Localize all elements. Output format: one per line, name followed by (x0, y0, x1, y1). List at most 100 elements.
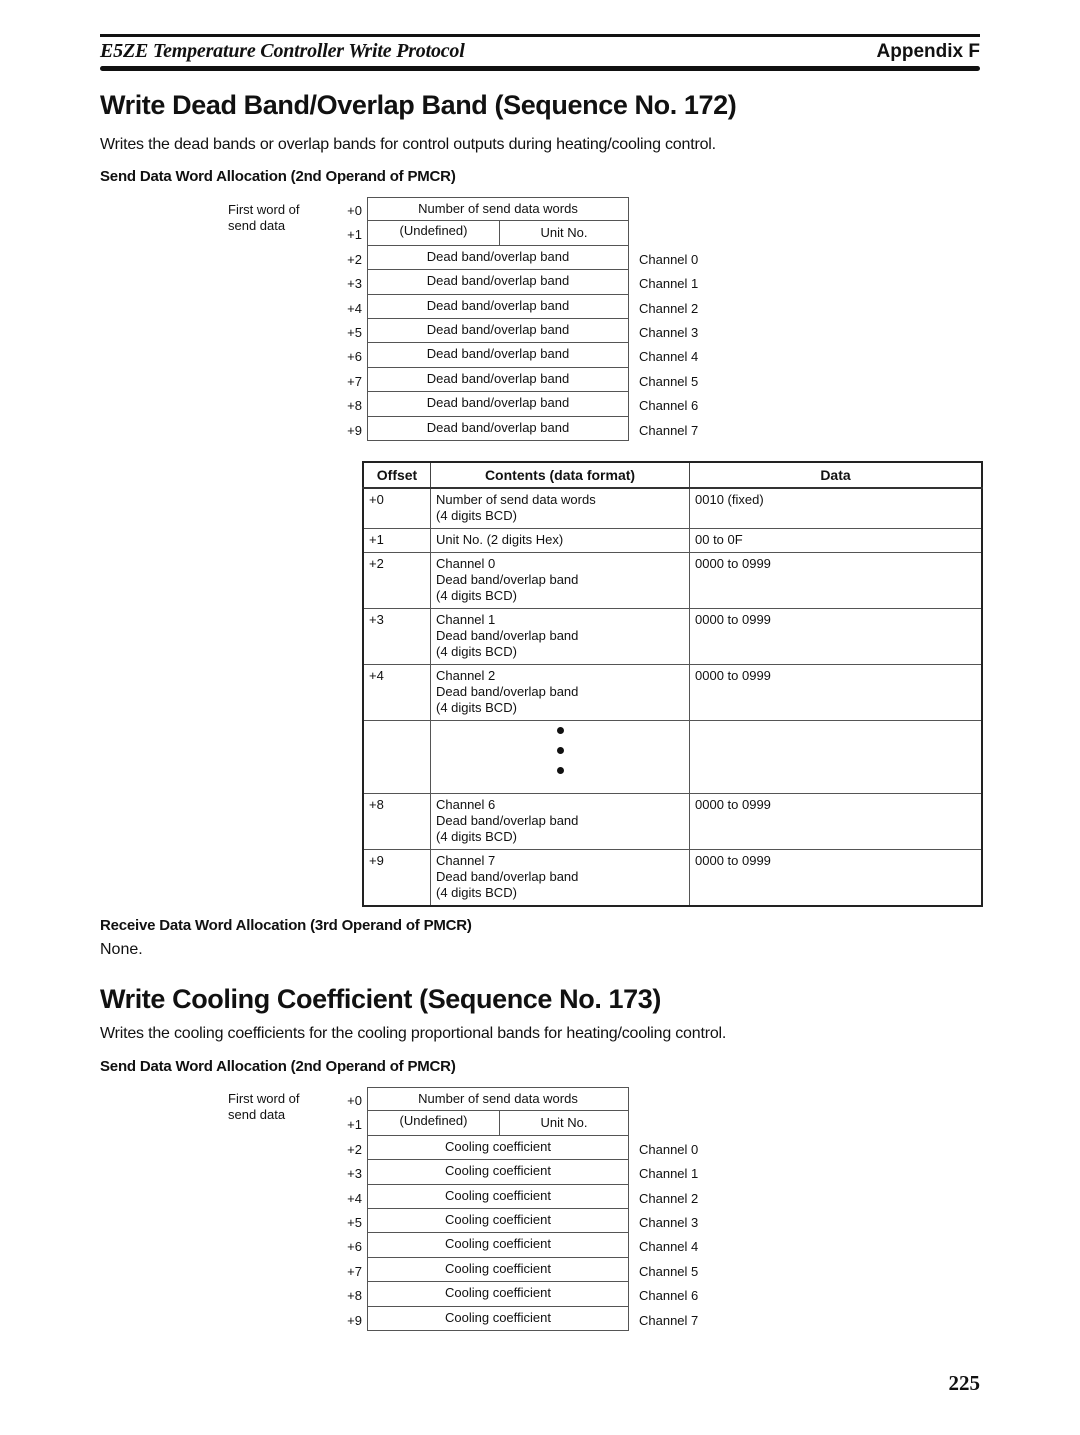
receive-text: None. (100, 941, 143, 958)
diagram-row: +0 Number of send data words (338, 197, 718, 222)
running-header-title: E5ZE Temperature Controller Write Protoc… (100, 40, 465, 62)
cell-empty (362, 720, 431, 794)
diagram-row: +4 Dead band/overlap band Channel 2 (338, 294, 718, 319)
diagram-offset: +3 (347, 1166, 362, 1182)
channel-label: Channel 0 (639, 251, 699, 267)
channel-label: Channel 3 (639, 324, 699, 340)
send-data-spec-table: Offset Contents (data format) Data +0 Nu… (362, 461, 983, 907)
diagram-cell: Dead band/overlap band (367, 343, 629, 368)
contents-line: Dead band/overlap band (436, 572, 579, 587)
section-172-send-heading: Send Data Word Allocation (2nd Operand o… (100, 168, 456, 185)
diagram-cell: Dead band/overlap band (367, 367, 629, 393)
table-row: +3 Channel 1 Dead band/overlap band (4 dig… (362, 608, 983, 665)
cell-offset: +8 (362, 793, 431, 850)
section-173-title: Write Cooling Coefficient (Sequence No. … (100, 984, 661, 1014)
undefined-cell: (Undefined) (368, 221, 500, 245)
diagram-cell-split: (Undefined) Unit No. (367, 221, 629, 246)
cell-contents: Number of send data words (4 digits BCD) (430, 487, 690, 529)
diagram-offset: +8 (347, 398, 362, 414)
column-header-offset: Offset (362, 461, 431, 489)
first-word-label: First word of send data (228, 202, 300, 233)
contents-line: Number of send data words (436, 492, 596, 507)
channel-label: Channel 6 (639, 398, 699, 414)
cell-contents: Channel 0 Dead band/overlap band (4 digits… (430, 552, 690, 609)
diagram-row: +4 Cooling coefficient Channel 2 (338, 1184, 718, 1209)
diagram-row: +0 Number of send data words (338, 1087, 718, 1112)
diagram-offset: +5 (347, 324, 362, 340)
receive-heading: Receive Data Word Allocation (3rd Operan… (100, 917, 472, 934)
contents-line: Channel 6 (436, 797, 496, 812)
diagram-row: +5 Cooling coefficient Channel 3 (338, 1208, 718, 1234)
cell-contents: Channel 2 Dead band/overlap band (4 digits… (430, 664, 690, 721)
diagram-row: +7 Dead band/overlap band Channel 5 (338, 367, 718, 393)
diagram-offset: +9 (347, 422, 362, 438)
channel-label: Channel 3 (639, 1214, 699, 1230)
diagram-row: +6 Cooling coefficient Channel 4 (338, 1233, 718, 1258)
ellipsis-dots (430, 720, 690, 794)
diagram-cell: Dead band/overlap band (367, 416, 629, 441)
table-row: +2 Channel 0 Dead band/overlap band (4 dig… (362, 552, 983, 609)
diagram-offset: +6 (347, 1239, 362, 1255)
cell-offset: +9 (362, 849, 431, 907)
diagram-row: +1 (Undefined) Unit No. (338, 1111, 718, 1136)
diagram-offset: +0 (347, 1093, 362, 1108)
contents-line: (4 digits BCD) (436, 508, 517, 523)
column-header-contents: Contents (data format) (430, 461, 690, 489)
cell-contents: Unit No. (2 digits Hex) (430, 528, 690, 553)
channel-label: Channel 5 (639, 373, 699, 389)
send-data-diagram-172: +0 Number of send data words +1 (Undefin… (338, 197, 718, 441)
contents-line: Unit No. (2 digits Hex) (436, 532, 564, 547)
header-bottom-rule (100, 66, 980, 71)
ellipsis-dot-icon (556, 727, 564, 734)
unit-no-cell: Unit No. (540, 1115, 588, 1131)
diagram-row: +9 Cooling coefficient Channel 7 (338, 1306, 718, 1331)
table-row: +4 Channel 2 Dead band/overlap band (4 dig… (362, 664, 983, 721)
diagram-offset: +6 (347, 349, 362, 365)
cell-contents: Channel 6 Dead band/overlap band (4 digits… (430, 793, 690, 850)
undefined-cell: (Undefined) (368, 1111, 500, 1135)
contents-line: Dead band/overlap band (436, 628, 579, 643)
diagram-offset: +7 (347, 373, 362, 389)
diagram-row: +2 Dead band/overlap band Channel 0 (338, 245, 718, 271)
section-172-title: Write Dead Band/Overlap Band (Sequence N… (100, 90, 737, 120)
channel-label: Channel 7 (639, 1312, 699, 1328)
table-row: +9 Channel 7 Dead band/overlap band (4 dig… (362, 849, 983, 907)
column-header-data: Data (689, 461, 983, 489)
cell-offset: +2 (362, 552, 431, 609)
contents-line: (4 digits BCD) (436, 588, 517, 603)
diagram-row: +6 Dead band/overlap band Channel 4 (338, 343, 718, 368)
channel-label: Channel 7 (639, 422, 699, 438)
diagram-offset: +4 (347, 1190, 362, 1206)
diagram-offset: +2 (347, 1141, 362, 1157)
diagram-cell: Dead band/overlap band (367, 270, 629, 295)
diagram-cell-split: (Undefined) Unit No. (367, 1111, 629, 1136)
cell-empty (689, 720, 983, 794)
contents-line: (4 digits BCD) (436, 829, 517, 844)
diagram-offset: +1 (347, 227, 362, 243)
ellipsis-dot-icon (556, 767, 564, 774)
send-data-diagram-173: +0 Number of send data words +1 (Undefin… (338, 1087, 718, 1331)
table-row: +0 Number of send data words (4 digits BC… (362, 487, 983, 529)
diagram-offset: +1 (347, 1117, 362, 1133)
channel-label: Channel 4 (639, 1239, 699, 1255)
first-word-label: First word of send data (228, 1091, 300, 1122)
diagram-cell: Cooling coefficient (367, 1135, 629, 1161)
diagram-offset: +4 (347, 300, 362, 316)
section-172-description: Writes the dead bands or overlap bands f… (100, 136, 716, 153)
cell-contents: Channel 7 Dead band/overlap band (4 digits… (430, 849, 690, 907)
section-173-description: Writes the cooling coefficients for the … (100, 1025, 727, 1042)
channel-label: Channel 2 (639, 1190, 699, 1206)
diagram-row: +1 (Undefined) Unit No. (338, 221, 718, 246)
channel-label: Channel 2 (639, 300, 699, 316)
contents-line: Channel 0 (436, 556, 496, 571)
diagram-cell: Cooling coefficient (367, 1160, 629, 1185)
cell-data: 0000 to 0999 (689, 552, 983, 609)
contents-line: (4 digits BCD) (436, 700, 517, 715)
page-number: 225 (948, 1371, 981, 1395)
diagram-cell: Cooling coefficient (367, 1282, 629, 1307)
unit-no-cell: Unit No. (540, 225, 588, 241)
cell-data: 0000 to 0999 (689, 793, 983, 850)
channel-label: Channel 0 (639, 1141, 699, 1157)
diagram-cell: Number of send data words (367, 197, 629, 222)
diagram-row: +3 Cooling coefficient Channel 1 (338, 1160, 718, 1185)
